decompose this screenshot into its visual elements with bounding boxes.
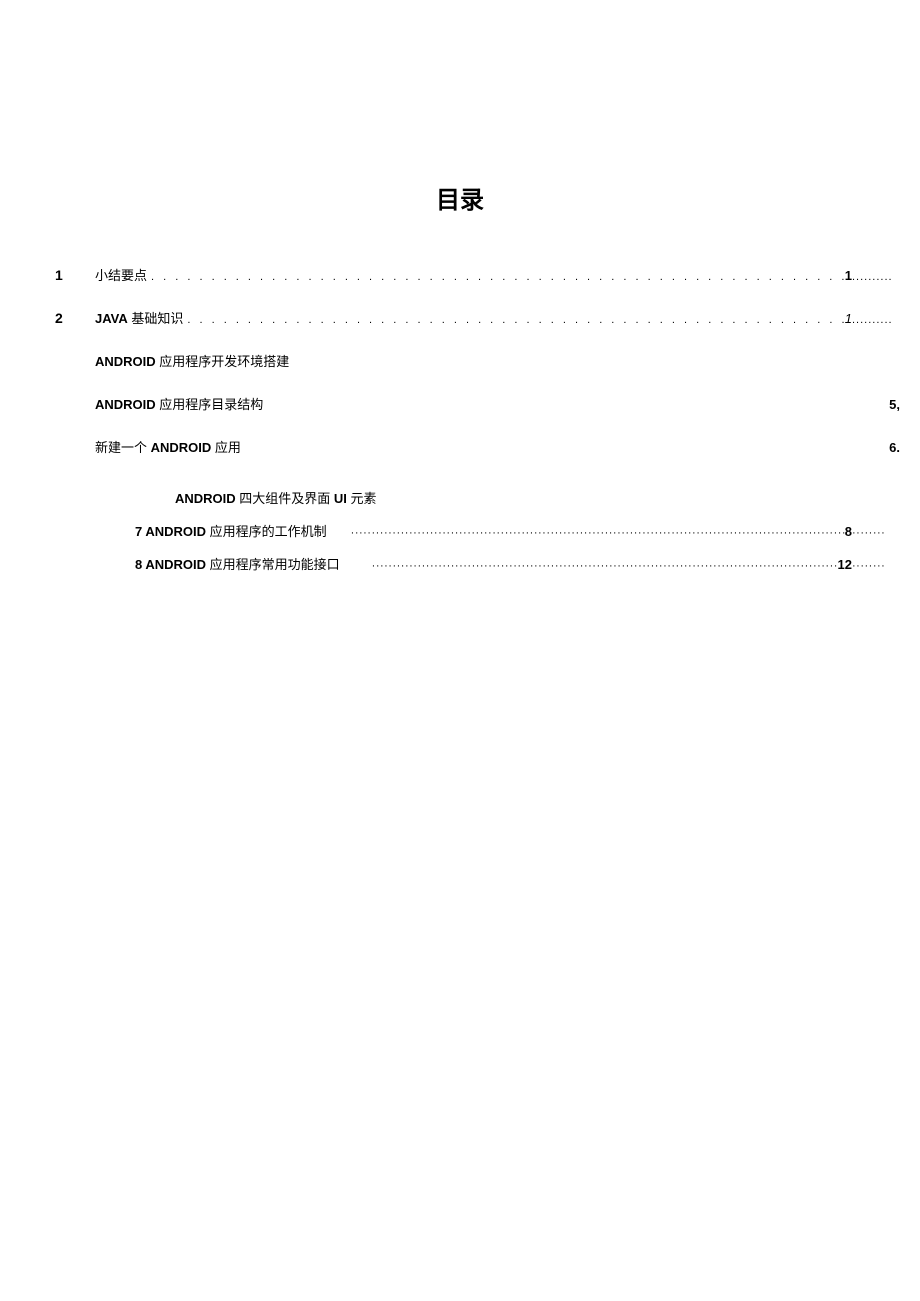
toc-leader-dots: . . . . . . . . . . . . . . . . . . . . …	[147, 271, 845, 283]
toc-entry: 8 ANDROID 应用程序常用功能接口 ···················…	[55, 554, 900, 573]
toc-label: 7 ANDROID 应用程序的工作机制	[135, 521, 327, 540]
page-title: 目录	[0, 180, 920, 215]
toc-page: 1	[845, 268, 852, 283]
table-of-contents: 1 小结要点 . . . . . . . . . . . . . . . . .…	[0, 265, 920, 573]
toc-entry: 2 JAVA 基础知识 . . . . . . . . . . . . . . …	[55, 308, 900, 327]
toc-number: 2	[55, 310, 95, 326]
toc-leader-dots: ········································…	[368, 560, 838, 572]
toc-page: 12	[838, 557, 852, 572]
toc-label: 8 ANDROID 应用程序常用功能接口	[135, 554, 340, 573]
toc-label: ANDROID 应用程序目录结构	[95, 394, 263, 413]
toc-label: 小结要点	[95, 265, 147, 284]
toc-trailing-dots: ········	[852, 560, 900, 572]
toc-page: 6.	[889, 440, 900, 455]
toc-page: 1	[845, 311, 852, 326]
toc-leader-dots: ········································…	[347, 527, 845, 539]
toc-trailing-dots: ..........	[852, 271, 900, 283]
toc-entry: ANDROID 应用程序目录结构 . . . . . . . . . . . .…	[55, 394, 900, 413]
toc-entry: 1 小结要点 . . . . . . . . . . . . . . . . .…	[55, 265, 900, 284]
toc-number: 1	[55, 267, 95, 283]
toc-entry: ANDROID 四大组件及界面 UI 元素	[55, 488, 900, 507]
toc-label: ANDROID 应用程序开发环境搭建	[95, 351, 289, 370]
toc-entry: ANDROID 应用程序开发环境搭建	[55, 351, 900, 370]
toc-trailing-dots: ········	[852, 527, 900, 539]
toc-trailing-dots: ..........	[852, 314, 900, 326]
toc-label: 新建一个 ANDROID 应用	[95, 437, 241, 456]
toc-label: ANDROID 四大组件及界面 UI 元素	[175, 488, 377, 507]
toc-entry: 新建一个 ANDROID 应用 . . . . . . . . . . . . …	[55, 437, 900, 456]
toc-page: 8	[845, 524, 852, 539]
toc-leader-dots: . . . . . . . . . . . . . . . . . . . . …	[183, 314, 844, 326]
toc-label: JAVA 基础知识	[95, 308, 183, 327]
toc-entry: 7 ANDROID 应用程序的工作机制 ····················…	[55, 521, 900, 540]
toc-page: 5,	[889, 397, 900, 412]
